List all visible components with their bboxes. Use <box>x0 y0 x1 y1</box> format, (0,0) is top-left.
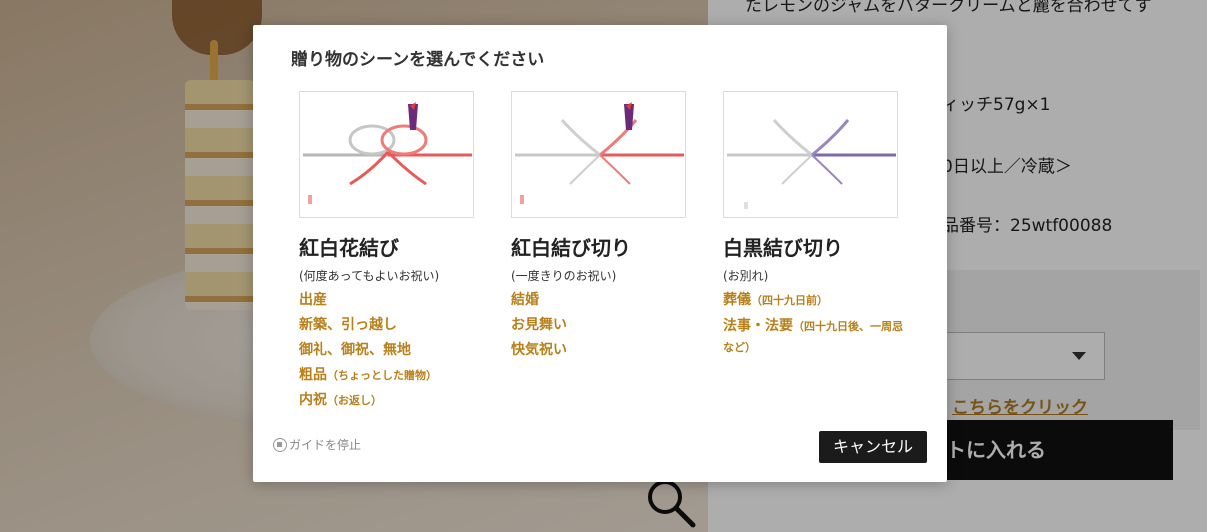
scene-item: お見舞い <box>511 317 567 333</box>
scene-label: 粗品 <box>299 367 327 383</box>
card-description: (お別れ) <box>723 269 769 283</box>
modal-title: 贈り物のシーンを選んでください <box>291 50 545 70</box>
scene-note: （お返し） <box>327 394 382 407</box>
stop-guide-label: ガイドを停止 <box>289 438 362 452</box>
scene-note: （四十九日前） <box>751 294 828 307</box>
noshi-thumbnail[interactable] <box>299 91 474 218</box>
noshi-thumbnail[interactable] <box>511 91 686 218</box>
scene-item: 法事・法要（四十九日後、一周忌など） <box>723 316 903 358</box>
card-name: 白黒結び切り <box>723 236 843 260</box>
mizuhiki-shirokuro-icon <box>727 119 896 209</box>
scene-item: 出産 <box>299 292 327 308</box>
noshi-thumbnail[interactable] <box>723 91 898 218</box>
scene-note: （ちょっとした贈物） <box>327 369 437 382</box>
scene-label: 法事・法要 <box>723 318 793 334</box>
scene-item: 御礼、御祝、無地 <box>299 342 411 358</box>
card-name: 紅白花結び <box>299 236 399 260</box>
card-description: (何度あってもよいお祝い) <box>299 269 440 283</box>
mizuhiki-musubikiri-icon <box>515 102 684 204</box>
scene-item: 内祝（お返し） <box>299 388 499 413</box>
scene-item: 葬儀（四十九日前） <box>723 288 923 313</box>
stop-guide-button[interactable]: ガイドを停止 <box>273 436 361 453</box>
scene-item: 快気祝い <box>511 342 567 358</box>
scene-item: 新築、引っ越し <box>299 317 397 333</box>
scene-label: 葬儀 <box>723 292 751 308</box>
gift-scene-modal: 贈り物のシーンを選んでください 紅白花結び (何度あってもよいお祝い) 出産 新… <box>253 25 947 482</box>
card-kohaku-hanamusubi[interactable]: 紅白花結び (何度あってもよいお祝い) 出産 新築、引っ越し 御礼、御祝、無地 … <box>299 91 499 413</box>
stop-icon <box>273 437 287 452</box>
card-description: (一度きりのお祝い) <box>511 269 617 283</box>
scene-item: 粗品（ちょっとした贈物） <box>299 363 499 388</box>
mizuhiki-hanamusubi-icon <box>303 102 472 204</box>
cancel-button[interactable]: キャンセル <box>819 431 927 463</box>
card-kohaku-musubikiri[interactable]: 紅白結び切り (一度きりのお祝い) 結婚 お見舞い 快気祝い <box>511 91 711 363</box>
scene-item: 結婚 <box>511 292 539 308</box>
card-name: 紅白結び切り <box>511 236 631 260</box>
scene-label: 内祝 <box>299 392 327 408</box>
card-shirokuro-musubikiri[interactable]: 白黒結び切り (お別れ) 葬儀（四十九日前） 法事・法要（四十九日後、一周忌など… <box>723 91 923 358</box>
